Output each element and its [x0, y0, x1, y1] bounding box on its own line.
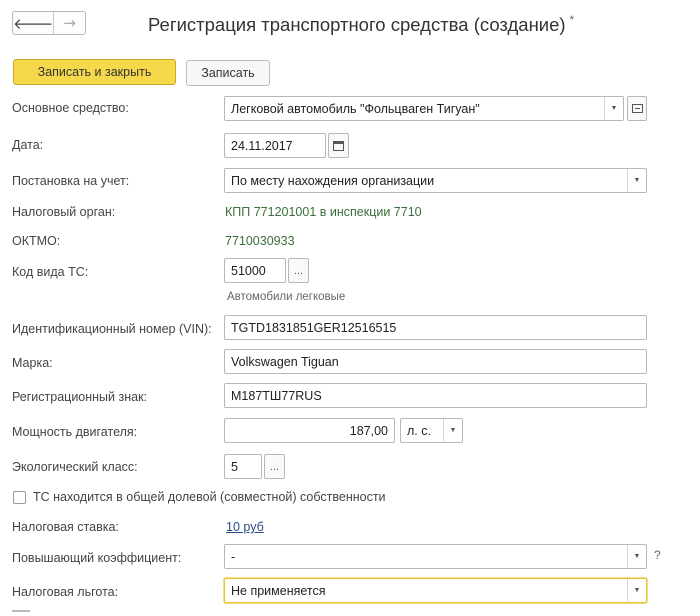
- tax-authority-value: КПП 771201001 в инспекции 7710: [225, 205, 422, 219]
- power-value: 187,00: [349, 423, 388, 438]
- asset-value: Легковой автомобиль "Фольцваген Тигуан": [231, 101, 480, 116]
- vin-label: Идентификационный номер (VIN):: [12, 322, 212, 336]
- registration-label: Постановка на учет:: [12, 174, 130, 188]
- page-title-text: Регистрация транспортного средства (созд…: [148, 14, 566, 35]
- date-field[interactable]: 24.11.2017: [224, 133, 326, 158]
- back-arrow-icon[interactable]: 🡐: [13, 12, 53, 34]
- registration-select[interactable]: По месту нахождения организации ▼: [224, 168, 647, 193]
- dropdown-arrow-icon[interactable]: ▼: [627, 579, 646, 602]
- navigation-buttons: 🡐 →: [12, 11, 86, 35]
- asset-field[interactable]: Легковой автомобиль "Фольцваген Тигуан" …: [224, 96, 624, 121]
- vehicle-code-field[interactable]: 51000: [224, 258, 286, 283]
- modified-marker: *: [569, 14, 574, 26]
- select-button[interactable]: ...: [264, 454, 285, 479]
- select-button[interactable]: ...: [288, 258, 309, 283]
- tax-benefit-value: Не применяется: [231, 583, 326, 598]
- eco-class-field[interactable]: 5: [224, 454, 262, 479]
- tax-authority-label: Налоговый орган:: [12, 205, 116, 219]
- help-icon[interactable]: ?: [654, 548, 661, 562]
- dropdown-arrow-icon[interactable]: ▼: [627, 169, 646, 192]
- tax-rate-link[interactable]: 10 руб: [226, 520, 264, 534]
- dropdown-arrow-icon[interactable]: ▼: [604, 97, 623, 120]
- shared-ownership-checkbox[interactable]: [13, 491, 26, 504]
- reg-sign-value: М187ТШ77RUS: [231, 388, 322, 403]
- date-label: Дата:: [12, 138, 44, 152]
- forward-arrow-icon[interactable]: →: [53, 12, 85, 34]
- coefficient-value: -: [231, 549, 236, 564]
- save-button[interactable]: Записать: [186, 60, 270, 86]
- dropdown-arrow-icon[interactable]: ▼: [443, 419, 462, 442]
- oktmo-label: ОКТМО:: [12, 234, 61, 248]
- vehicle-code-label: Код вида ТС:: [12, 265, 89, 279]
- open-object-icon[interactable]: [627, 96, 647, 121]
- coefficient-select[interactable]: - ▼: [224, 544, 647, 569]
- calendar-icon[interactable]: [328, 133, 349, 158]
- registration-value: По месту нахождения организации: [231, 173, 435, 188]
- eco-class-value: 5: [231, 459, 238, 474]
- vehicle-code-value: 51000: [231, 263, 266, 278]
- tax-rate-label: Налоговая ставка:: [12, 520, 119, 534]
- dropdown-arrow-icon[interactable]: ▼: [627, 545, 646, 568]
- power-field[interactable]: 187,00: [224, 418, 395, 443]
- date-value: 24.11.2017: [231, 138, 293, 153]
- vehicle-code-hint: Автомобили легковые: [227, 291, 346, 303]
- shared-ownership-label: ТС находится в общей долевой (совместной…: [33, 490, 386, 504]
- brand-label: Марка:: [12, 356, 53, 370]
- save-and-close-button[interactable]: Записать и закрыть: [13, 59, 176, 85]
- brand-value: Volkswagen Tiguan: [231, 354, 339, 369]
- tax-benefit-label: Налоговая льгота:: [12, 585, 119, 599]
- tax-benefit-select[interactable]: Не применяется ▼: [224, 578, 647, 603]
- page-title: Регистрация транспортного средства (созд…: [148, 14, 574, 36]
- coefficient-label: Повышающий коэффициент:: [12, 551, 182, 565]
- divider: [12, 610, 30, 612]
- brand-field[interactable]: Volkswagen Tiguan: [224, 349, 647, 374]
- vin-field[interactable]: TGTD1831851GER12516515: [224, 315, 647, 340]
- reg-sign-label: Регистрационный знак:: [12, 390, 148, 404]
- asset-label: Основное средство:: [12, 101, 129, 115]
- eco-class-label: Экологический класс:: [12, 460, 138, 474]
- power-label: Мощность двигателя:: [12, 425, 138, 439]
- reg-sign-field[interactable]: М187ТШ77RUS: [224, 383, 647, 408]
- power-unit-select[interactable]: л. с. ▼: [400, 418, 463, 443]
- vin-value: TGTD1831851GER12516515: [231, 320, 397, 335]
- oktmo-value: 7710030933: [225, 234, 295, 248]
